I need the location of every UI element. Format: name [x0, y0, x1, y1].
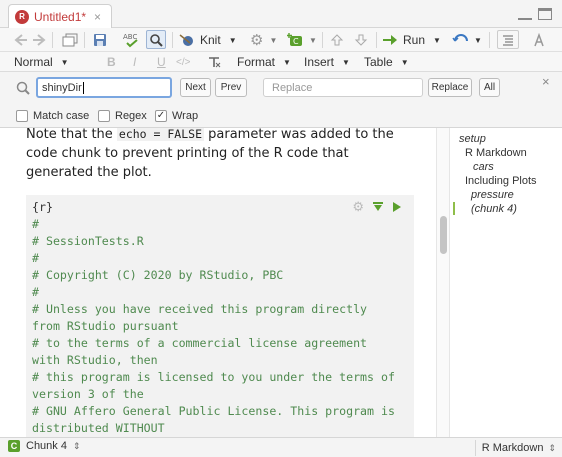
prose-text: Note that the echo = FALSE parameter was…	[26, 128, 394, 180]
gear-icon: ⚙	[250, 32, 264, 49]
code-line: #	[32, 217, 39, 231]
find-next-button[interactable]: Next	[180, 78, 211, 97]
svg-text:C: C	[293, 37, 299, 46]
knit-button[interactable]: Knit ▼	[178, 32, 237, 48]
regex-checkbox[interactable]: Regex	[98, 110, 147, 122]
outline-item-setup[interactable]: setup	[459, 133, 486, 145]
spellcheck-icon[interactable]: ABC	[122, 32, 142, 48]
run-button[interactable]: Run ▼	[383, 32, 441, 48]
format-bar: Normal ▼ B I U </> Format ▼ Insert ▼ Table ▼	[0, 52, 562, 72]
find-replace-bar: shinyDir Next Prev Replace Replace All ×	[0, 72, 562, 106]
code-line: # this program is licensed to you under …	[32, 370, 395, 384]
rerun-button[interactable]: ▼	[452, 32, 482, 48]
outline-item-including-plots[interactable]: Including Plots	[465, 175, 537, 187]
tab-untitled1[interactable]: R Untitled1* ×	[8, 4, 112, 28]
replace-button[interactable]: Replace	[428, 78, 472, 97]
run-icon	[383, 35, 397, 45]
replace-all-button[interactable]: All	[479, 78, 500, 97]
svg-text:ABC: ABC	[123, 33, 137, 41]
maximize-icon[interactable]	[538, 8, 552, 20]
code-button[interactable]: </>	[176, 54, 190, 70]
scrollbar-thumb[interactable]	[440, 216, 447, 254]
save-icon[interactable]	[93, 32, 107, 48]
chunk-code: {r} # # SessionTests.R # # Copyright (C) 202…	[32, 199, 395, 437]
outline-item-chunk-4[interactable]: (chunk 4)	[471, 203, 517, 215]
code-line: from RStudio pursuant	[32, 319, 179, 333]
insert-menu[interactable]: Insert ▼	[304, 54, 350, 70]
code-chunk[interactable]: ⚙ {r} # # SessionTests.R # # Copyright (C) 2…	[26, 195, 414, 437]
knit-icon	[179, 34, 193, 46]
match-case-checkbox[interactable]: Match case	[16, 110, 89, 122]
code-line: #	[32, 251, 39, 265]
updown-icon: ⇕	[72, 440, 81, 451]
bold-button[interactable]: B	[107, 54, 116, 70]
find-replace-icon[interactable]	[146, 30, 166, 49]
forward-icon[interactable]	[32, 32, 46, 48]
updown-icon: ⇕	[548, 442, 556, 453]
find-prev-button[interactable]: Prev	[215, 78, 247, 97]
tab-close-icon[interactable]: ×	[94, 10, 101, 24]
table-menu[interactable]: Table ▼	[364, 54, 409, 70]
clear-formatting-icon[interactable]	[207, 54, 221, 70]
outline-item-pressure[interactable]: pressure	[471, 189, 514, 201]
document-outline: setup R Markdown cars Including Plots pr…	[451, 128, 562, 437]
checkmark-icon: ✓	[155, 110, 167, 122]
code-line: distributed WITHOUT	[32, 421, 165, 435]
underline-button[interactable]: U	[157, 54, 166, 70]
editor-toolbar: ABC Knit ▼ ⚙ ▼ C ▼ Run ▼ ▼	[0, 28, 562, 52]
chunk-header: {r}	[32, 200, 53, 214]
code-line: #	[32, 285, 39, 299]
inline-code: echo = FALSE	[116, 128, 204, 141]
search-icon	[16, 81, 30, 98]
status-bar: C Chunk 4 ⇕ R Markdown ⇕	[0, 437, 562, 457]
minimize-icon[interactable]	[518, 8, 532, 20]
outline-item-cars[interactable]: cars	[473, 161, 494, 173]
chunk-badge-icon: C	[8, 440, 20, 452]
go-up-chunk-icon[interactable]	[330, 32, 344, 48]
settings-gear-button[interactable]: ⚙ ▼	[250, 32, 277, 49]
insert-chunk-icon: C	[287, 33, 302, 46]
wrap-checkbox[interactable]: ✓ Wrap	[155, 110, 198, 122]
tab-bar: R Untitled1* ×	[0, 0, 562, 28]
show-in-window-icon[interactable]	[62, 32, 78, 48]
find-input[interactable]: shinyDir	[36, 77, 172, 98]
outline-item-r-markdown[interactable]: R Markdown	[465, 147, 527, 159]
replace-input[interactable]: Replace	[263, 78, 423, 97]
back-icon[interactable]	[14, 32, 28, 48]
rerun-icon	[452, 34, 468, 42]
find-options-bar: Match case Regex ✓ Wrap	[0, 106, 562, 128]
editor-pane[interactable]: Note that the echo = FALSE parameter was…	[0, 128, 436, 437]
code-line: # Unless you have received this program …	[32, 302, 368, 316]
file-type-select[interactable]: R Markdown ⇕	[474, 440, 556, 456]
window-buttons	[518, 8, 552, 20]
editor-scrollbar[interactable]	[436, 128, 450, 437]
italic-button[interactable]: I	[133, 54, 136, 70]
visual-editor-icon[interactable]	[532, 32, 546, 48]
code-line: version 3 of the	[32, 387, 144, 401]
go-down-chunk-icon[interactable]	[354, 32, 368, 48]
close-find-icon[interactable]: ×	[542, 74, 550, 89]
chunk-navigator[interactable]: C Chunk 4 ⇕	[8, 440, 81, 452]
outline-current-marker	[453, 202, 455, 215]
tab-title: Untitled1*	[34, 9, 87, 24]
code-line: # Copyright (C) 2020 by RStudio, PBC	[32, 268, 284, 282]
rmd-file-icon: R	[15, 9, 29, 24]
code-line: # GNU Affero General Public License. Thi…	[32, 404, 395, 418]
format-menu[interactable]: Format ▼	[237, 54, 291, 70]
code-line: # SessionTests.R	[32, 234, 144, 248]
insert-chunk-button[interactable]: C ▼	[287, 32, 317, 48]
code-line: # to the terms of a commercial license a…	[32, 336, 368, 350]
paragraph-mode-select[interactable]: Normal ▼	[14, 54, 69, 70]
code-line: with RStudio, then	[32, 353, 158, 367]
outline-toggle-icon[interactable]	[497, 30, 519, 49]
